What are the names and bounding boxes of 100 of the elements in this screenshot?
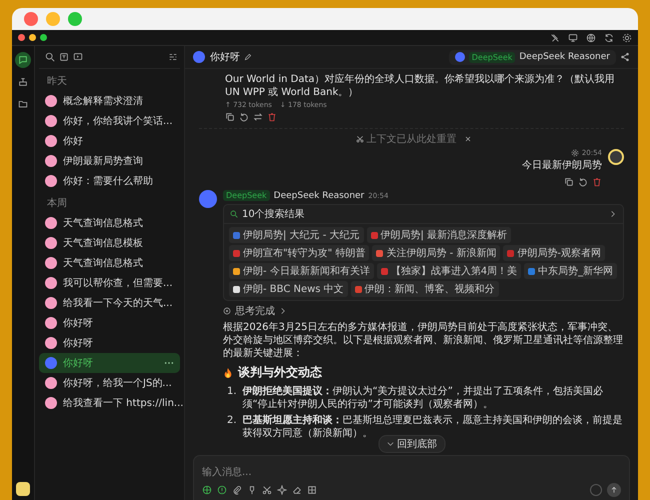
message-composer[interactable]: 输入消息... (193, 455, 630, 500)
close-icon[interactable] (464, 135, 472, 143)
avatar-icon (45, 397, 57, 409)
provider-tag: DeepSeek (468, 52, 516, 62)
refresh-icon[interactable] (604, 32, 614, 42)
chat-title: 你好呀 (210, 51, 240, 64)
search-icon[interactable] (45, 52, 55, 62)
conversation-item[interactable]: 概念解释需求澄清 (39, 91, 180, 111)
avatar-icon (45, 357, 57, 369)
send-button[interactable] (607, 483, 621, 497)
more-icon[interactable] (164, 361, 174, 365)
list-number: 1. (227, 385, 237, 399)
pin-icon[interactable] (247, 485, 257, 495)
pencil-icon[interactable] (244, 53, 252, 61)
conversation-item[interactable]: 你好：需要什么帮助 (39, 171, 180, 191)
message-text: 根据2026年3月25日左右的多方媒体报道，伊朗局势目前处于高度紧张状态，军事冲突、外交斡旋与地区博弈交织。以下是根据观察者网、新浪新闻、俄罗斯卫星通讯社等信源整理的最新关键进展： (223, 321, 624, 360)
maximize-icon[interactable] (40, 34, 47, 41)
conversation-item[interactable]: 天气查询信息模板 (39, 233, 180, 253)
filter-icon[interactable] (168, 52, 178, 62)
message-text: 今日最新伊朗局势 (522, 159, 602, 172)
fire-icon (223, 366, 233, 378)
arrow-up-icon (610, 486, 618, 494)
globe-icon[interactable] (586, 32, 596, 42)
retry-icon[interactable] (239, 112, 249, 122)
search-result-link[interactable]: 关注伊朗局势 - 新浪新闻 (372, 245, 500, 261)
paperclip-icon[interactable] (232, 485, 242, 495)
message-text: Our World in Data）对应年份的全球人口数据。你希望我以哪个来源为准？（默认我用 UN WPP 或 World Bank。） (225, 73, 616, 99)
conversation-item[interactable]: 你好 (39, 131, 180, 151)
avatar-icon (45, 337, 57, 349)
search-result-link[interactable]: 伊朗宣布"转守为攻" 特朗普 (229, 245, 370, 261)
list-number: 2. (227, 414, 237, 428)
search-result-link[interactable]: 伊朗- BBC News 中文 (229, 281, 348, 297)
chevron-right-icon (279, 307, 287, 315)
copy-icon[interactable] (225, 112, 235, 122)
search-result-link[interactable]: 【独家】战事进入第4周！美 (376, 263, 522, 279)
eraser-icon[interactable] (292, 485, 302, 495)
conversation-item[interactable]: 我可以帮你查，但需要... (39, 273, 180, 293)
conversation-item[interactable]: 伊朗最新局势查询 (39, 151, 180, 171)
model-selector[interactable]: DeepSeek DeepSeek Reasoner (448, 50, 616, 64)
folder-icon (18, 99, 28, 109)
robot-icon (18, 77, 28, 87)
search-result-link[interactable]: 伊朗局势-观察者网 (503, 245, 605, 261)
conversation-item[interactable]: 给我看一下今天的天气... (39, 293, 180, 313)
chevron-down-icon (386, 440, 394, 448)
delete-icon[interactable] (267, 112, 277, 122)
scroll-to-bottom-button[interactable]: 回到底部 (378, 435, 445, 453)
chat-icon (18, 55, 28, 65)
conversation-item[interactable]: 给我查看一下 https://lin... (39, 393, 180, 413)
context-reset-label: 上下文已从此处重置 (366, 132, 456, 146)
settings-icon[interactable] (622, 32, 632, 42)
minimize-icon[interactable] (29, 34, 36, 41)
assistant-avatar (193, 51, 205, 63)
avatar-icon (45, 155, 57, 167)
share-icon[interactable] (620, 52, 630, 62)
monitor-icon[interactable] (568, 32, 578, 42)
conversation-item[interactable]: 你好呀 (39, 333, 180, 353)
section-heading: 谈判与外交动态 (238, 364, 322, 381)
user-avatar[interactable] (16, 482, 30, 496)
search-icon (230, 210, 238, 218)
scissors-icon[interactable] (262, 485, 272, 495)
scissors-icon (356, 135, 364, 143)
avatar-icon (45, 115, 57, 127)
avatar-icon (45, 95, 57, 107)
avatar-icon (45, 175, 57, 187)
conversation-item[interactable]: 天气查询信息格式 (39, 213, 180, 233)
conversation-item[interactable]: 你好呀 (39, 353, 180, 373)
retry-icon[interactable] (578, 177, 588, 187)
avatar-icon (45, 257, 57, 269)
section-heading: 本周 (46, 196, 68, 211)
swap-icon[interactable] (253, 112, 263, 122)
list-item-text: 伊朗拒绝美国提议：伊朗认为“美方提议太过分”，并提出了五项条件，包括美国必须“停止针对伊朗人民的行动”才可能谈判（观察者网）。 (242, 385, 604, 411)
conversation-item[interactable]: 你好呀 (39, 313, 180, 333)
rail-tab[interactable] (15, 52, 31, 68)
close-icon[interactable] (18, 34, 25, 41)
conversation-item[interactable]: 天气查询信息格式 (39, 253, 180, 273)
search-results-header[interactable]: 10个搜索结果 (224, 205, 623, 224)
settings-icon[interactable] (570, 149, 579, 157)
avatar-icon (45, 237, 57, 249)
conversation-item[interactable]: 你好，你给我讲个笑话... (39, 111, 180, 131)
globe-icon[interactable] (202, 485, 212, 495)
avatar-icon (45, 217, 57, 229)
thinking-toggle[interactable]: 思考完成 (223, 304, 624, 318)
search-result-link[interactable]: 伊朗- 今日最新新闻和有关详 (229, 263, 374, 279)
search-result-link[interactable]: 伊朗：新闻、博客、视频和分 (350, 281, 499, 297)
search-result-link[interactable]: 伊朗局势| 最新消息深度解析 (366, 227, 512, 243)
search-result-link[interactable]: 中东局势_新华网 (524, 263, 618, 279)
avatar-icon (45, 317, 57, 329)
sparkle-icon[interactable] (277, 485, 287, 495)
delete-icon[interactable] (592, 177, 602, 187)
assistant-avatar (199, 190, 217, 208)
avatar-icon (45, 135, 57, 147)
search-result-link[interactable]: 伊朗局势| 大纪元 - 大纪元 (229, 227, 364, 243)
section-heading: 昨天 (46, 75, 68, 89)
provider-tag: DeepSeek (223, 190, 270, 201)
grid-icon[interactable] (307, 485, 317, 495)
conversation-item[interactable]: 你好呀，给我一个JS的... (39, 373, 180, 393)
chevron-right-icon (609, 210, 617, 218)
message-input[interactable]: 输入消息... (202, 465, 621, 480)
copy-icon[interactable] (564, 177, 574, 187)
user-avatar (608, 149, 624, 165)
